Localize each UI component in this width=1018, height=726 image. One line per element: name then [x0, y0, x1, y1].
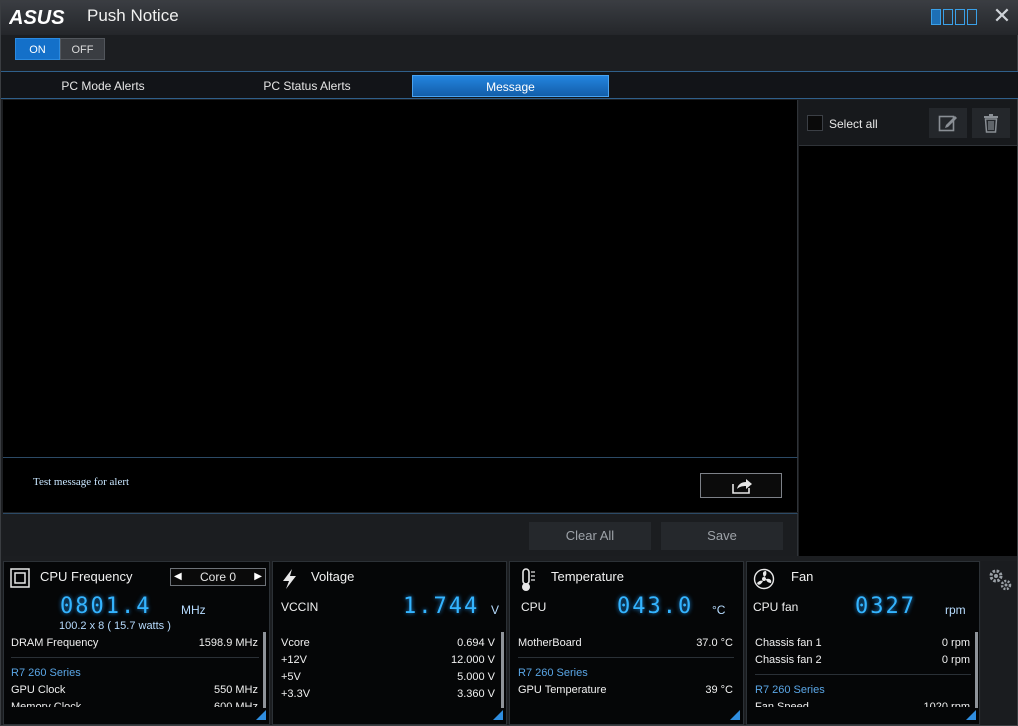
- tab-bar: PC Mode Alerts PC Status Alerts Message: [1, 71, 1018, 99]
- cpu-icon: [10, 568, 32, 590]
- tab-pc-mode-alerts[interactable]: PC Mode Alerts: [3, 75, 203, 97]
- close-button[interactable]: ✕: [991, 5, 1013, 27]
- dram-frequency-value: 1598.9 MHz: [198, 637, 258, 649]
- v12-value: 12.000 V: [450, 654, 495, 666]
- gpu-temp-value: 39 °C: [705, 684, 733, 696]
- clear-all-button[interactable]: Clear All: [529, 522, 651, 550]
- layout-switch-icon[interactable]: [931, 9, 977, 25]
- cpu-temp-label: CPU: [521, 600, 547, 614]
- lightning-icon: [279, 568, 301, 590]
- tab-message[interactable]: Message: [412, 75, 609, 97]
- cpu-frequency-unit: MHz: [181, 603, 206, 617]
- v5-value: 5.000 V: [457, 671, 495, 683]
- message-list-area[interactable]: [3, 100, 798, 457]
- fan-title: Fan: [791, 569, 814, 584]
- fan-icon: [753, 568, 775, 590]
- v33-value: 3.360 V: [457, 688, 495, 700]
- app-title: Push Notice: [87, 6, 179, 25]
- scrollbar[interactable]: [501, 632, 504, 708]
- vccin-value: 1.744: [403, 594, 480, 619]
- motherboard-temp-label: MotherBoard: [518, 637, 582, 649]
- tab-pc-status-alerts[interactable]: PC Status Alerts: [207, 75, 407, 97]
- gpu-fan-label: Fan Speed: [755, 701, 809, 707]
- resize-corner-icon[interactable]: [256, 710, 266, 720]
- scrollbar[interactable]: [263, 632, 266, 708]
- cpu-temp-value: 043.0: [617, 594, 694, 619]
- chassis-fan-1-label: Chassis fan 1: [755, 637, 822, 649]
- thermometer-icon: [516, 568, 538, 591]
- delete-button[interactable]: [972, 108, 1010, 138]
- chassis-fan-2-value: 0 rpm: [941, 654, 970, 666]
- temperature-title: Temperature: [551, 569, 624, 584]
- action-bar: Clear All Save: [3, 513, 798, 556]
- gpu-fan-value: 1020 rpm: [923, 701, 970, 707]
- toggle-off-button[interactable]: OFF: [60, 38, 105, 60]
- vcore-value: 0.694 V: [457, 637, 495, 649]
- cpu-temp-unit: °C: [712, 603, 726, 617]
- dram-frequency-label: DRAM Frequency: [11, 637, 99, 649]
- v33-label: +3.3V: [281, 688, 311, 700]
- title-bar: ASUS Push Notice ✕: [1, 1, 1018, 35]
- cpu-frequency-panel: CPU Frequency ◀ Core 0 ▶ 0801.4 MHz 100.…: [3, 561, 270, 725]
- gpu-name: R7 260 Series: [11, 667, 81, 679]
- edit-icon: [938, 115, 957, 132]
- next-core-icon[interactable]: ▶: [254, 569, 262, 585]
- cpu-fan-unit: rpm: [945, 603, 966, 617]
- toggle-on-button[interactable]: ON: [15, 38, 60, 60]
- vccin-unit: V: [491, 603, 500, 617]
- voltage-panel: Voltage VCCIN 1.744 V Vcore 0.694 V +12V…: [272, 561, 507, 725]
- message-compose-bar: Test message for alert: [3, 457, 798, 512]
- chassis-fan-2-label: Chassis fan 2: [755, 654, 822, 666]
- push-notice-toggle[interactable]: ON OFF: [15, 38, 105, 60]
- chassis-fan-1-value: 0 rpm: [941, 637, 970, 649]
- divider: [755, 674, 971, 675]
- cpu-frequency-title: CPU Frequency: [40, 569, 133, 584]
- resize-corner-icon[interactable]: [493, 710, 503, 720]
- settings-column: [981, 561, 1017, 725]
- scrollbar[interactable]: [975, 632, 978, 708]
- cpu-ratio: 100.2 x 8 ( 15.7 watts ): [59, 620, 171, 632]
- trash-icon: [984, 114, 998, 133]
- cpu-fan-label: CPU fan: [753, 600, 799, 614]
- share-icon: [732, 479, 752, 494]
- core-select[interactable]: ◀ Core 0 ▶: [170, 568, 266, 586]
- gpu-clock-label: GPU Clock: [11, 684, 66, 696]
- select-all-checkbox[interactable]: [807, 115, 823, 131]
- core-select-value: Core 0: [199, 570, 237, 584]
- temperature-panel: Temperature CPU 043.0 °C MotherBoard 37.…: [509, 561, 744, 725]
- gear-icon[interactable]: [987, 567, 1013, 593]
- v5-label: +5V: [281, 671, 301, 683]
- save-button[interactable]: Save: [661, 522, 783, 550]
- prev-core-icon[interactable]: ◀: [174, 569, 182, 585]
- saved-messages-header: Select all: [799, 100, 1017, 146]
- svg-text:ASUS: ASUS: [9, 7, 65, 28]
- vcore-label: Vcore: [281, 637, 310, 649]
- fan-panel: Fan CPU fan 0327 rpm Chassis fan 1 0 rpm…: [746, 561, 980, 725]
- motherboard-temp-value: 37.0 °C: [696, 637, 733, 649]
- memory-clock-label: Memory Clock: [11, 701, 82, 707]
- divider: [518, 657, 734, 658]
- select-all-label: Select all: [829, 117, 878, 131]
- message-text[interactable]: Test message for alert: [33, 476, 129, 488]
- vccin-label: VCCIN: [281, 600, 319, 614]
- gpu-name: R7 260 Series: [518, 667, 588, 679]
- gpu-temp-label: GPU Temperature: [518, 684, 607, 696]
- edit-button[interactable]: [929, 108, 967, 138]
- asus-logo: ASUS: [8, 6, 75, 29]
- voltage-title: Voltage: [311, 569, 355, 584]
- gpu-name: R7 260 Series: [755, 684, 825, 696]
- resize-corner-icon[interactable]: [966, 710, 976, 720]
- gpu-clock-value: 550 MHz: [213, 684, 258, 696]
- cpu-fan-value: 0327: [855, 594, 916, 619]
- divider: [11, 657, 259, 658]
- resize-corner-icon[interactable]: [730, 710, 740, 720]
- memory-clock-value: 600 MHz: [213, 701, 258, 707]
- send-button[interactable]: [700, 473, 782, 498]
- saved-messages-panel: Select all: [799, 100, 1017, 556]
- cpu-frequency-value: 0801.4: [60, 594, 152, 619]
- push-notice-window: ASUS Push Notice ✕ ON OFF PC Mode Alerts…: [0, 0, 1018, 726]
- v12-label: +12V: [281, 654, 307, 666]
